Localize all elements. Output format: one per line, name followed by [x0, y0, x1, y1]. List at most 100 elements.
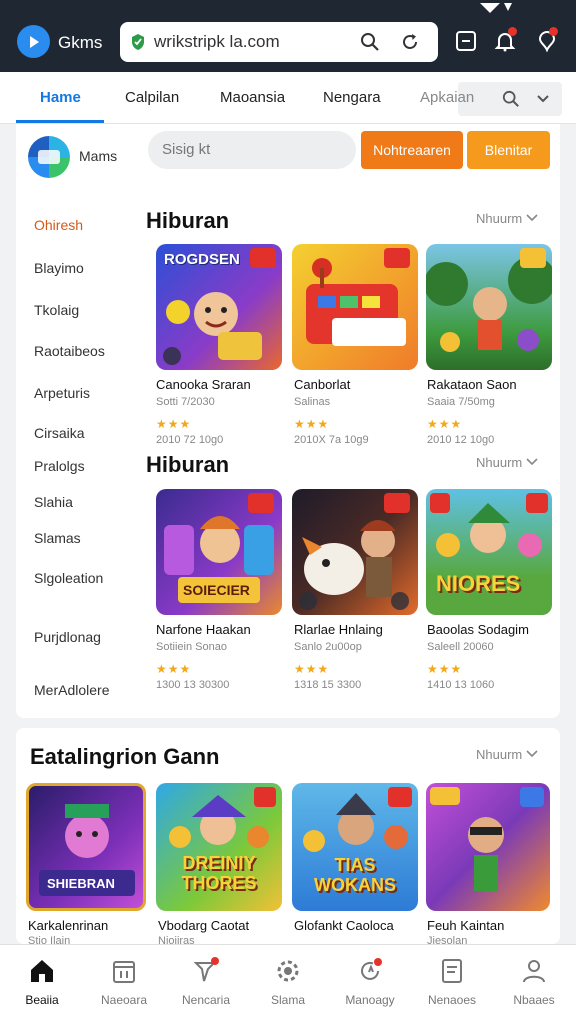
sidebar-item[interactable]: Raotaibeos: [34, 343, 105, 359]
search-icon[interactable]: [360, 32, 380, 57]
nav-item-nenaoes[interactable]: Nenaoes: [411, 945, 493, 1024]
rating-stars: ★★★: [294, 662, 330, 676]
nav-item-naeoara[interactable]: Naeoara: [83, 945, 165, 1024]
game-tile[interactable]: NIORES: [426, 489, 552, 615]
game-tile[interactable]: TIAS WOKANS: [292, 783, 418, 911]
sidebar-item[interactable]: Slgoleation: [34, 570, 103, 586]
tab-nengara[interactable]: Nengara: [323, 89, 381, 106]
tab-calpilan[interactable]: Calpilan: [125, 89, 179, 106]
game-tile[interactable]: SOIECIER: [156, 489, 282, 615]
brand-logo-icon[interactable]: [17, 25, 50, 58]
nav-label: Nbaaes: [513, 993, 555, 1007]
sidebar-item[interactable]: Ohiresh: [34, 217, 83, 233]
sidebar-item[interactable]: MerAdlolere: [34, 682, 109, 698]
game-art-text: TIAS WOKANS: [314, 855, 396, 895]
game-title: Canborlat: [294, 377, 351, 392]
address-bar[interactable]: wrikstripk la.com: [120, 22, 438, 62]
document-icon: [442, 959, 462, 983]
game-meta: 2010 12 10g0: [427, 434, 495, 446]
chevron-down-icon[interactable]: [536, 92, 550, 111]
alert-icon[interactable]: [536, 27, 558, 57]
chevron-down-icon: [526, 214, 538, 222]
nav-item-manoagy[interactable]: Manoagy: [329, 945, 411, 1024]
rating-stars: ★★★: [156, 662, 192, 676]
game-art: [299, 493, 410, 610]
game-title: Narfone Haakan: [156, 622, 251, 637]
game-title: Rlarlae Hnlaing: [294, 622, 383, 637]
nav-item-nencaria[interactable]: Nencaria: [165, 945, 247, 1024]
search-icon[interactable]: [502, 90, 520, 113]
app-logo[interactable]: [28, 136, 70, 178]
game-title: Baoolas Sodagim: [427, 622, 529, 637]
game-tile[interactable]: DREINIY THORES: [156, 783, 282, 911]
nav-item-slama[interactable]: Slama: [247, 945, 329, 1024]
rating-stars: ★★★: [427, 662, 463, 676]
game-title: Canooka Sraran: [156, 377, 251, 392]
rating-stars: ★★★: [156, 417, 192, 431]
search-input[interactable]: Sisig kt: [148, 131, 356, 169]
signal-icon: [478, 0, 518, 18]
browser-topbar: Gkms wrikstripk la.com: [0, 0, 576, 72]
see-more-label: Nhuurm: [476, 747, 523, 762]
game-art-text: SOIECIER: [183, 582, 250, 598]
game-art-text: NIORES: [436, 571, 521, 596]
sidebar-item[interactable]: Blayimo: [34, 260, 84, 276]
game-art-text: DREINIY THORES: [181, 853, 257, 893]
game-meta: 1318 15 3300: [294, 679, 362, 691]
secondary-button[interactable]: Blenitar: [467, 131, 550, 169]
flag-icon: [193, 957, 219, 982]
sidebar-item[interactable]: Slamas: [34, 530, 81, 546]
game-art: [39, 804, 135, 896]
tab-apkaian[interactable]: Apkaian: [420, 89, 474, 106]
nav-item-nbaaes[interactable]: Nbaaes: [493, 945, 575, 1024]
sidebar-item[interactable]: Tkolaig: [34, 302, 79, 318]
game-tile[interactable]: ROGDSEN: [156, 244, 282, 370]
sidebar-item[interactable]: Cirsaika: [34, 425, 85, 441]
primary-button[interactable]: Nohtreaaren: [361, 131, 463, 169]
game-tile[interactable]: [426, 783, 550, 911]
see-more-label: Nhuurm: [476, 211, 523, 226]
game-title: Feuh Kaintan: [427, 918, 505, 933]
url-text: wrikstripk la.com: [154, 32, 280, 51]
nav-label: Naeoara: [100, 993, 148, 1007]
tab-tools: Apkaian: [420, 82, 562, 116]
chevron-down-icon: [526, 458, 538, 466]
bell-icon[interactable]: [494, 27, 517, 57]
nav-label: Nencaria: [181, 993, 231, 1007]
game-subtitle: Sotiiein Sonao: [156, 641, 227, 653]
nav-item-home[interactable]: Beaiia: [1, 945, 83, 1024]
section-title: Hiburan: [146, 452, 230, 477]
game-title: Rakataon Saon: [427, 377, 517, 392]
game-tile[interactable]: [292, 244, 418, 370]
notification-dot: [549, 27, 558, 36]
see-more-link[interactable]: Nhuurm: [476, 211, 538, 226]
see-more-link[interactable]: Nhuurm: [476, 747, 538, 762]
rating-stars: ★★★: [294, 417, 330, 431]
game-tile[interactable]: [292, 489, 418, 615]
game-subtitle: Sanlo 2u00op: [294, 641, 362, 653]
featured-section-card: Eatalingrion Gann Nhuurm SHIEBRAN DREINI…: [16, 728, 560, 947]
tabs-switcher-icon[interactable]: [455, 30, 477, 57]
nav-label: Beaiia: [25, 993, 59, 1007]
notification-dot: [508, 27, 517, 36]
game-subtitle: Salinas: [294, 396, 331, 408]
sidebar-item[interactable]: Pralolgs: [34, 458, 85, 474]
sidebar-item[interactable]: Arpeturis: [34, 385, 90, 401]
active-tab-indicator: [16, 120, 104, 123]
game-tile[interactable]: [426, 244, 552, 370]
game-meta: 1300 13 30300: [156, 679, 230, 691]
nav-label: Slama: [270, 993, 305, 1007]
game-subtitle: Saleell 20060: [427, 641, 494, 653]
game-title: Glofankt Caoloca: [294, 918, 394, 933]
game-title: Karkalenrinan: [28, 918, 109, 933]
reload-icon[interactable]: [400, 32, 420, 57]
gear-icon: [277, 960, 299, 982]
tab-home[interactable]: Hame: [40, 89, 81, 106]
sidebar-item[interactable]: Slahia: [34, 494, 73, 510]
game-subtitle: Saaia 7/50mg: [427, 396, 495, 408]
see-more-link[interactable]: Nhuurm: [476, 455, 538, 470]
tab-maoansia[interactable]: Maoansia: [220, 89, 285, 106]
chevron-down-icon: [526, 750, 538, 758]
sidebar-item[interactable]: Purjdlonag: [34, 629, 101, 645]
game-tile[interactable]: SHIEBRAN: [26, 783, 146, 911]
